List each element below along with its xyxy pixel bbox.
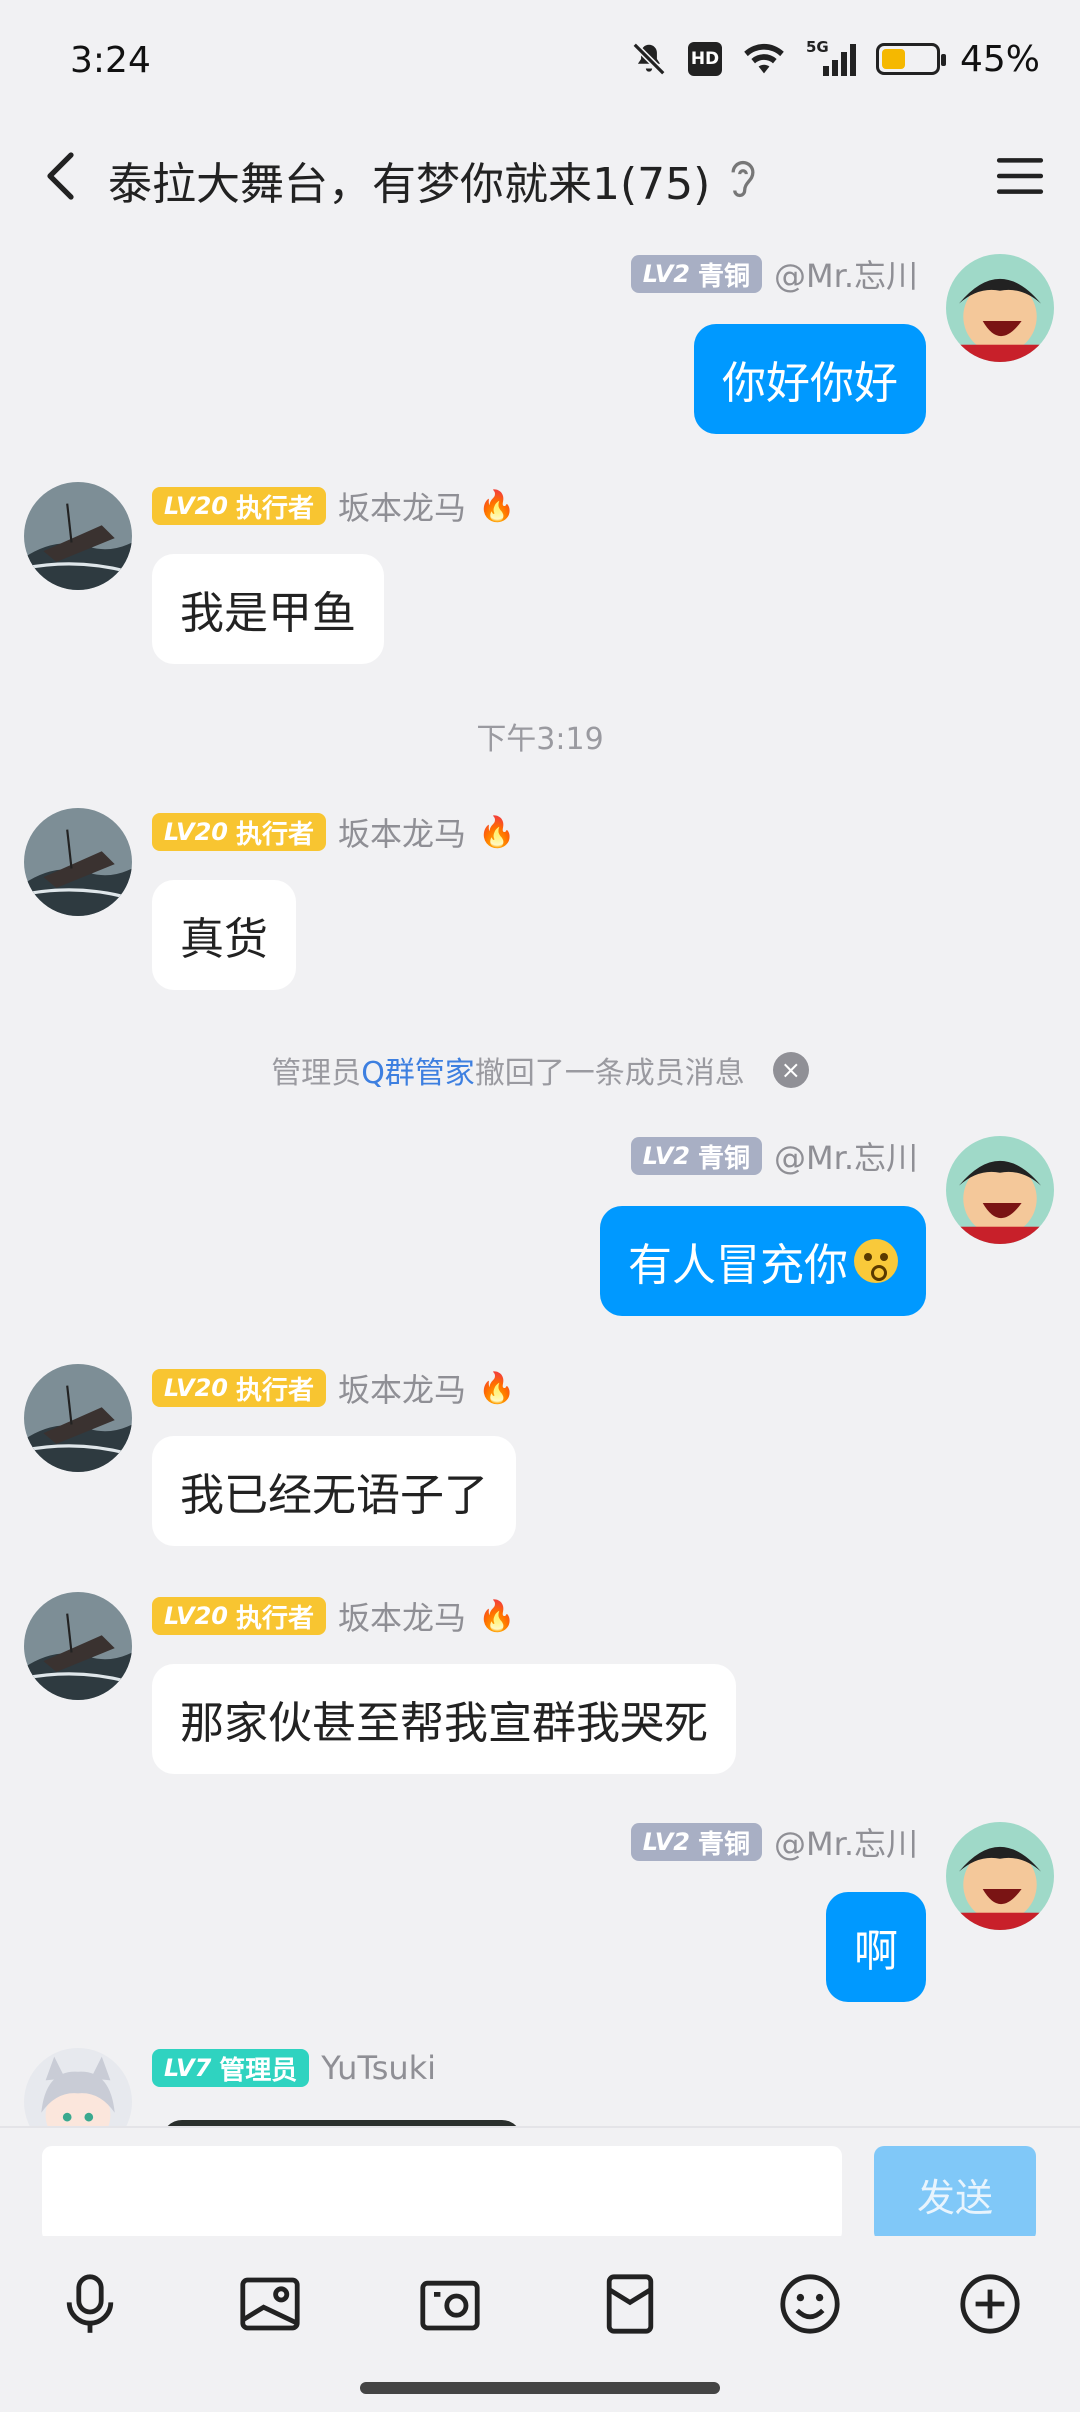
- fire-icon: 🔥: [478, 488, 516, 524]
- message-bubble[interactable]: 啊: [826, 1892, 926, 2002]
- sender-nickname[interactable]: YuTsuki: [321, 2049, 436, 2087]
- message-bubble[interactable]: 真货: [152, 880, 296, 990]
- sender-row: LV2 青铜 @Mr.忘川: [630, 1133, 918, 1179]
- menu-icon[interactable]: [994, 150, 1046, 202]
- sender-nickname[interactable]: 坂本龙马: [338, 1593, 466, 1639]
- message-bubble[interactable]: 我是甲鱼: [152, 554, 384, 664]
- sender-row: LV20 执行者 坂本龙马 🔥: [152, 1365, 516, 1411]
- sender-row: LV2 青铜 @Mr.忘川: [630, 1819, 918, 1865]
- recall-suffix: 撤回了一条成员消息: [474, 1056, 745, 1091]
- battery-icon: [875, 43, 946, 75]
- status-bar: 3:24 HD 5G 45%: [0, 0, 1080, 120]
- message-text: 有人冒充你: [628, 1240, 848, 1291]
- sender-nickname[interactable]: 坂本龙马: [338, 1365, 466, 1411]
- sender-avatar[interactable]: [24, 1364, 132, 1472]
- sender-avatar[interactable]: [24, 808, 132, 916]
- self-avatar[interactable]: [946, 1822, 1054, 1930]
- fire-icon: 🔥: [478, 1598, 516, 1634]
- level-badge: LV7 管理员: [152, 2049, 310, 2087]
- level-badge: LV20 执行者: [152, 813, 326, 851]
- fire-icon: 🔥: [478, 814, 516, 850]
- sender-nickname[interactable]: @Mr.忘川: [774, 1819, 918, 1865]
- top-bar: 3:24 HD 5G 45% 泰拉大舞台，有梦你就来1(75): [0, 0, 1080, 240]
- mute-bell-icon: [632, 42, 666, 76]
- self-avatar[interactable]: [946, 1136, 1054, 1244]
- home-indicator[interactable]: [360, 2382, 720, 2394]
- message-list[interactable]: LV2 青铜 @Mr.忘川 你好你好 LV20 执行者 坂本龙马 🔥 我是甲鱼 下午…: [0, 240, 1080, 2126]
- sender-row: LV2 青铜 @Mr.忘川: [630, 251, 918, 297]
- hd-icon: HD: [687, 42, 722, 76]
- level-badge: LV20 执行者: [152, 1369, 326, 1407]
- sender-avatar[interactable]: [24, 482, 132, 590]
- surprised-emoji-icon: [854, 1239, 898, 1283]
- level-badge: LV2 青铜: [630, 1137, 762, 1175]
- battery-fill: [881, 49, 906, 69]
- level-badge: LV20 执行者: [152, 487, 326, 525]
- chat-toolbar: [0, 2236, 1080, 2366]
- back-arrow-icon[interactable]: [32, 146, 92, 206]
- fire-icon: 🔥: [478, 1370, 516, 1406]
- wifi-icon: [744, 43, 784, 74]
- microphone-icon[interactable]: [58, 2272, 122, 2336]
- level-badge: LV2 青铜: [630, 1823, 762, 1861]
- battery-percent: 45%: [959, 38, 1040, 80]
- plus-icon[interactable]: [958, 2272, 1022, 2336]
- message-bubble[interactable]: 你好你好: [694, 324, 926, 434]
- sender-row: LV20 执行者 坂本龙马 🔥: [152, 1593, 516, 1639]
- status-icons: HD 5G 45%: [630, 36, 1040, 82]
- send-button[interactable]: 发送: [874, 2146, 1036, 2242]
- level-badge: LV2 青铜: [630, 255, 762, 293]
- recall-notice: 管理员Q群管家撤回了一条成员消息 ×: [0, 1048, 1080, 1092]
- chat-title[interactable]: 泰拉大舞台，有梦你就来1(75): [108, 148, 710, 212]
- status-time: 3:24: [70, 40, 151, 81]
- recall-prefix: 管理员: [271, 1056, 362, 1091]
- red-packet-icon[interactable]: [598, 2272, 662, 2336]
- admin-link[interactable]: Q群管家: [361, 1056, 475, 1091]
- message-bubble[interactable]: 有人冒充你: [600, 1206, 926, 1316]
- message-timestamp: 下午3:19: [476, 722, 604, 757]
- message-bubble[interactable]: 我已经无语子了: [152, 1436, 516, 1546]
- 5g-signal-icon: 5G: [806, 38, 856, 76]
- message-bubble[interactable]: 那家伙甚至帮我宣群我哭死: [152, 1664, 736, 1774]
- sender-nickname[interactable]: @Mr.忘川: [774, 251, 918, 297]
- sender-nickname[interactable]: 坂本龙马: [338, 483, 466, 529]
- sender-avatar[interactable]: [24, 1592, 132, 1700]
- self-avatar[interactable]: [946, 254, 1054, 362]
- chat-header: 泰拉大舞台，有梦你就来1(75): [0, 120, 1080, 238]
- message-input[interactable]: [42, 2146, 842, 2242]
- sender-nickname[interactable]: 坂本龙马: [338, 809, 466, 855]
- input-bar: 发送: [0, 2126, 1080, 2242]
- ear-icon[interactable]: [726, 156, 760, 202]
- sender-row: LV20 执行者 坂本龙马 🔥: [152, 483, 516, 529]
- sender-row: LV20 执行者 坂本龙马 🔥: [152, 809, 516, 855]
- image-icon[interactable]: [238, 2272, 302, 2336]
- level-badge: LV20 执行者: [152, 1597, 326, 1635]
- sender-nickname[interactable]: @Mr.忘川: [774, 1133, 918, 1179]
- emoji-icon[interactable]: [778, 2272, 842, 2336]
- close-icon[interactable]: ×: [772, 1052, 809, 1088]
- sender-row: LV7 管理员 YuTsuki: [152, 2048, 436, 2088]
- sender-avatar[interactable]: [24, 2048, 132, 2126]
- camera-icon[interactable]: [418, 2272, 482, 2336]
